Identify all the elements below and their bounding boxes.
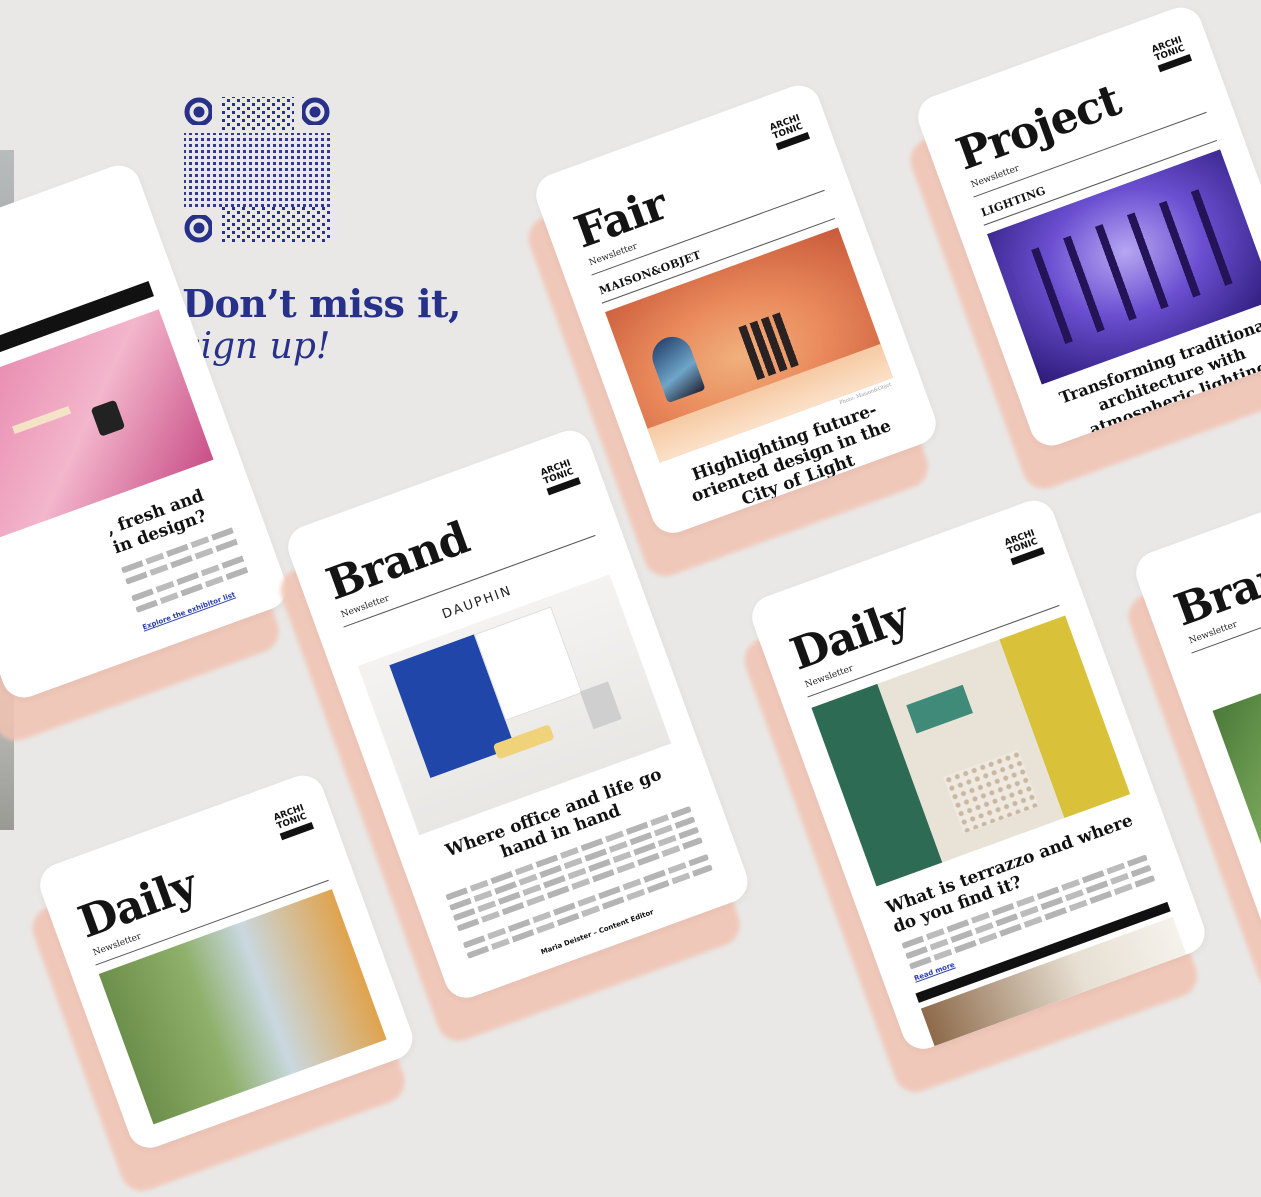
qr-code-icon[interactable] (182, 95, 332, 245)
headline-italic: sign up! (182, 326, 331, 367)
archi-tonic-logo: ARCHI TONIC (1151, 35, 1193, 73)
exhibitor-link[interactable]: Explore the exhibitor list (141, 591, 236, 632)
card-title: Project (950, 74, 1127, 181)
archi-tonic-logo: ARCHI TONIC (273, 803, 315, 841)
signup-headline: Don’t miss it, sign up! (182, 282, 461, 368)
card-title: Brand (1168, 538, 1261, 637)
archi-tonic-logo: ARCHI TONIC (1003, 528, 1045, 566)
card-title: Brand (320, 512, 476, 611)
archi-tonic-logo: ARCHI TONIC (539, 458, 581, 496)
archi-tonic-logo: ARCHI TONIC (769, 113, 811, 151)
headline-bold: Don’t miss it, (182, 281, 461, 326)
